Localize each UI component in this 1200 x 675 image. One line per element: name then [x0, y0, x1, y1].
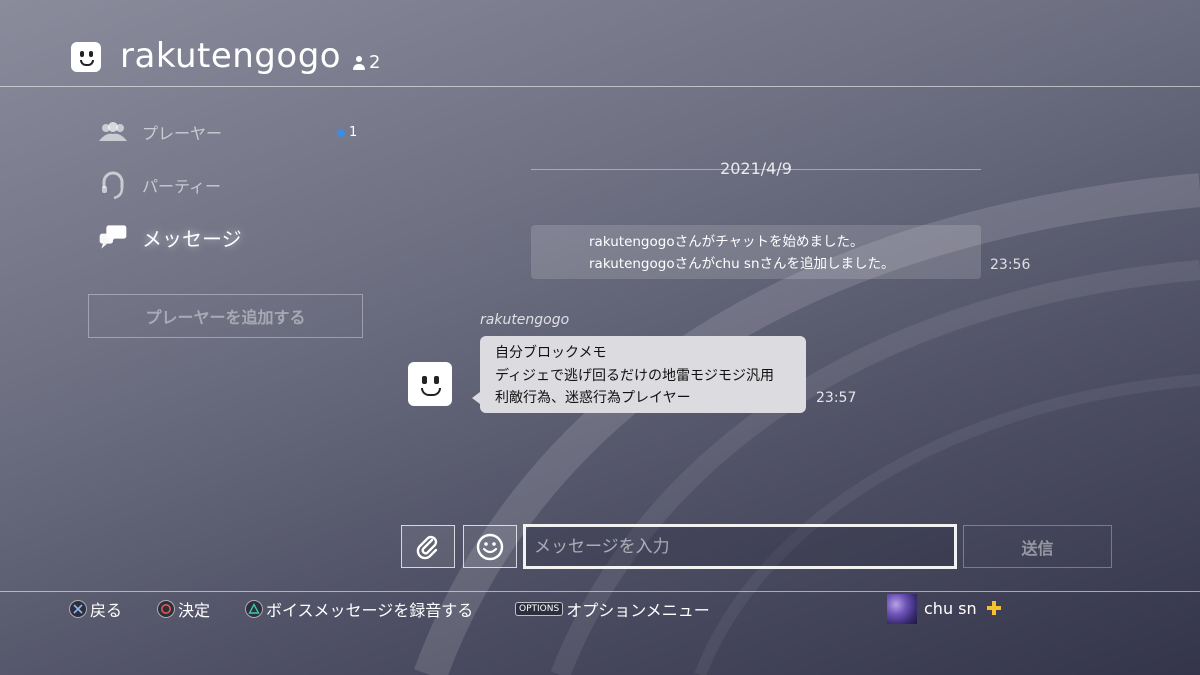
message-bubble[interactable]: 自分ブロックメモ ディジェで逃げ回るだけの地雷モジモジ汎用 利敵行為、迷惑行為プ… — [480, 336, 806, 413]
bubble-tail — [472, 392, 480, 404]
circle-button-icon — [157, 600, 175, 618]
hint-label: オプションメニュー — [566, 601, 710, 620]
sidebar-item-players[interactable]: プレーヤー — [98, 117, 222, 147]
cross-button-icon — [69, 600, 87, 618]
smiley-icon — [476, 533, 504, 560]
message-input[interactable] — [523, 524, 957, 569]
hint-label: 戻る — [90, 601, 123, 620]
message-time: 23:57 — [816, 390, 857, 406]
hint-label: 決定 — [178, 601, 211, 620]
user-name: chu sn — [924, 599, 977, 618]
hint-back: 戻る — [69, 597, 122, 621]
system-message-time: 23:56 — [990, 257, 1031, 273]
message-line: 利敵行為、迷惑行為プレイヤー — [495, 390, 691, 406]
messages-icon — [98, 222, 128, 252]
date-label: 2021/4/9 — [700, 159, 812, 178]
system-message-box: rakutengogoさんがチャットを始めました。 rakutengogoさんが… — [531, 225, 981, 279]
member-count: 2 — [352, 52, 380, 73]
person-icon — [352, 55, 366, 71]
players-badge: 1 — [337, 125, 357, 140]
paperclip-icon — [416, 535, 438, 559]
footer-divider — [0, 591, 1200, 592]
send-button[interactable]: 送信 — [963, 525, 1112, 568]
add-player-button[interactable]: プレーヤーを追加する — [88, 294, 363, 338]
hint-confirm: 決定 — [157, 597, 210, 621]
page-title: rakutengogo — [120, 36, 342, 76]
options-button-icon: OPTIONS — [515, 602, 564, 616]
message-line: 自分ブロックメモ — [495, 345, 607, 361]
hint-options: OPTIONS オプションメニュー — [515, 597, 710, 621]
hint-voice-message: ボイスメッセージを録音する — [245, 597, 473, 621]
message-sender: rakutengogo — [480, 312, 570, 328]
sidebar-item-party[interactable]: パーティー — [98, 170, 221, 200]
badge-count: 1 — [349, 125, 358, 140]
triangle-button-icon — [245, 600, 263, 618]
sender-avatar-icon[interactable] — [408, 362, 452, 406]
sidebar-item-messages[interactable]: メッセージ — [98, 222, 242, 252]
sidebar-item-label: メッセージ — [142, 226, 242, 251]
header: rakutengogo 2 — [0, 0, 1200, 87]
players-icon — [98, 117, 128, 147]
system-message-line: rakutengogoさんがチャットを始めました。 — [589, 234, 864, 250]
member-count-value: 2 — [369, 52, 381, 73]
user-avatar[interactable] — [887, 594, 917, 624]
ps-plus-icon — [987, 601, 1001, 615]
online-dot-icon — [337, 128, 345, 137]
attach-button[interactable] — [401, 525, 455, 568]
sidebar-item-label: パーティー — [142, 177, 222, 196]
system-message-line: rakutengogoさんがchu snさんを追加しました。 — [589, 256, 895, 272]
sidebar-item-label: プレーヤー — [142, 124, 223, 143]
group-avatar-icon — [71, 42, 101, 72]
headset-icon — [98, 170, 128, 200]
hint-label: ボイスメッセージを録音する — [266, 601, 474, 620]
message-line: ディジェで逃げ回るだけの地雷モジモジ汎用 — [495, 367, 775, 384]
sticker-button[interactable] — [463, 525, 517, 568]
